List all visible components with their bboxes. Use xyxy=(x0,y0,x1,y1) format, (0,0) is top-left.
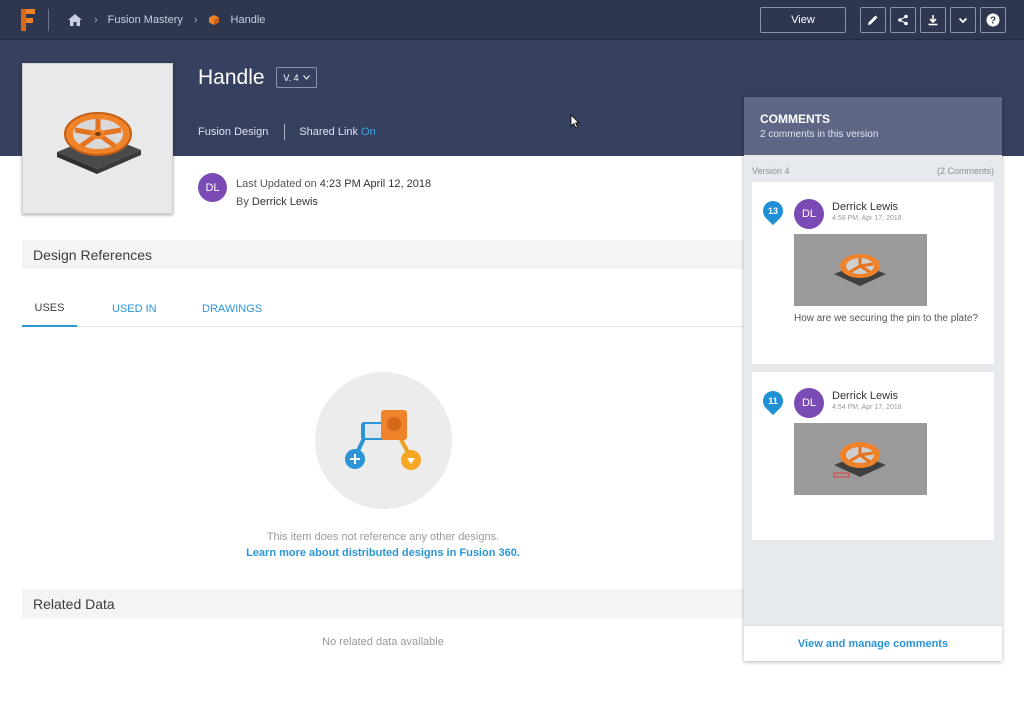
last-updated-label: Last Updated on xyxy=(236,178,317,190)
design-type: Fusion Design xyxy=(198,126,269,138)
version-value: V. 4 xyxy=(283,72,299,83)
chevron-right-icon: › xyxy=(193,13,198,26)
comments-subtitle: 2 comments in this version xyxy=(760,129,879,140)
tab-used-in[interactable]: USED IN xyxy=(112,290,157,327)
comment-text: How are we securing the pin to the plate… xyxy=(794,313,978,324)
chevron-right-icon: › xyxy=(94,13,98,26)
download-button[interactable] xyxy=(920,7,946,33)
design-title: Handle xyxy=(198,66,265,89)
handwheel-model-image xyxy=(57,112,141,174)
version-select[interactable]: V. 4 xyxy=(276,67,317,88)
comment-snapshot-image[interactable] xyxy=(794,423,927,495)
top-nav-bar: › Fusion Mastery › Handle View ? xyxy=(0,0,1024,40)
more-options-button[interactable] xyxy=(950,7,976,33)
share-icon xyxy=(898,14,908,26)
view-button[interactable]: View xyxy=(760,7,846,33)
edit-button[interactable] xyxy=(860,7,886,33)
author-name[interactable]: Derrick Lewis xyxy=(252,196,318,208)
shared-link-status: On xyxy=(361,126,376,138)
comment-timestamp: 4:54 PM, Apr 17, 2018 xyxy=(832,404,902,411)
comments-version-row: Version 4 (2 Comments) xyxy=(752,166,994,176)
comment-card[interactable]: 11 DL Derrick Lewis 4:54 PM, Apr 17, 201… xyxy=(752,372,994,540)
tab-drawings[interactable]: DRAWINGS xyxy=(202,290,262,327)
learn-more-link[interactable]: Learn more about distributed designs in … xyxy=(0,547,766,559)
empty-state-illustration xyxy=(315,372,452,509)
comment-snapshot-image[interactable] xyxy=(794,234,927,306)
comment-author: Derrick Lewis xyxy=(832,390,899,402)
last-updated-info: Last Updated on 4:23 PM April 12, 2018 B… xyxy=(236,175,431,211)
edit-icon xyxy=(868,15,878,25)
share-button[interactable] xyxy=(890,7,916,33)
mouse-cursor-icon xyxy=(570,114,580,129)
comment-timestamp: 4:58 PM, Apr 17, 2018 xyxy=(832,215,902,222)
avatar: DL xyxy=(794,199,824,229)
help-icon: ? xyxy=(986,13,1000,27)
comment-pin-number: 11 xyxy=(768,396,778,406)
comments-version-label: Version 4 xyxy=(752,166,790,176)
design-box-icon xyxy=(208,14,219,25)
meta-divider xyxy=(284,124,286,140)
related-data-empty-text: No related data available xyxy=(322,636,444,648)
comment-card[interactable]: 13 DL Derrick Lewis 4:58 PM, Apr 17, 201… xyxy=(752,182,994,364)
help-button[interactable]: ? xyxy=(980,7,1006,33)
tab-uses[interactable]: USES xyxy=(22,290,77,327)
comment-author: Derrick Lewis xyxy=(832,201,899,213)
comments-title: COMMENTS xyxy=(760,112,830,126)
comments-header: COMMENTS 2 comments in this version xyxy=(744,97,1002,155)
home-icon[interactable] xyxy=(67,12,83,28)
avatar: DL xyxy=(198,173,227,202)
shared-link-toggle[interactable]: Shared Link On xyxy=(299,126,375,138)
view-manage-comments-link[interactable]: View and manage comments xyxy=(744,625,1002,661)
last-updated-value: 4:23 PM April 12, 2018 xyxy=(319,178,432,190)
comments-count-label: (2 Comments) xyxy=(936,166,994,176)
design-references-heading: Design References xyxy=(22,240,744,269)
comments-panel: COMMENTS 2 comments in this version Vers… xyxy=(744,97,1002,661)
comment-pin-number: 13 xyxy=(767,206,778,216)
chevron-down-icon xyxy=(958,17,968,24)
breadcrumb-project[interactable]: Fusion Mastery xyxy=(108,14,183,26)
design-meta: Fusion Design Shared Link On xyxy=(198,124,376,140)
avatar: DL xyxy=(794,388,824,418)
download-icon xyxy=(928,15,938,26)
related-data-heading: Related Data xyxy=(22,589,744,618)
distributed-design-icon xyxy=(345,410,421,470)
nav-divider xyxy=(48,8,49,31)
shared-link-label: Shared Link xyxy=(299,126,359,138)
references-empty-text: This item does not reference any other d… xyxy=(266,531,500,543)
svg-text:?: ? xyxy=(990,16,996,27)
design-thumbnail xyxy=(22,63,173,214)
by-label: By xyxy=(236,196,249,208)
references-tabs: USES USED IN DRAWINGS xyxy=(22,290,744,327)
fusion-logo-icon[interactable] xyxy=(17,7,39,33)
chevron-down-icon xyxy=(302,75,310,80)
breadcrumb-design[interactable]: Handle xyxy=(231,14,266,26)
